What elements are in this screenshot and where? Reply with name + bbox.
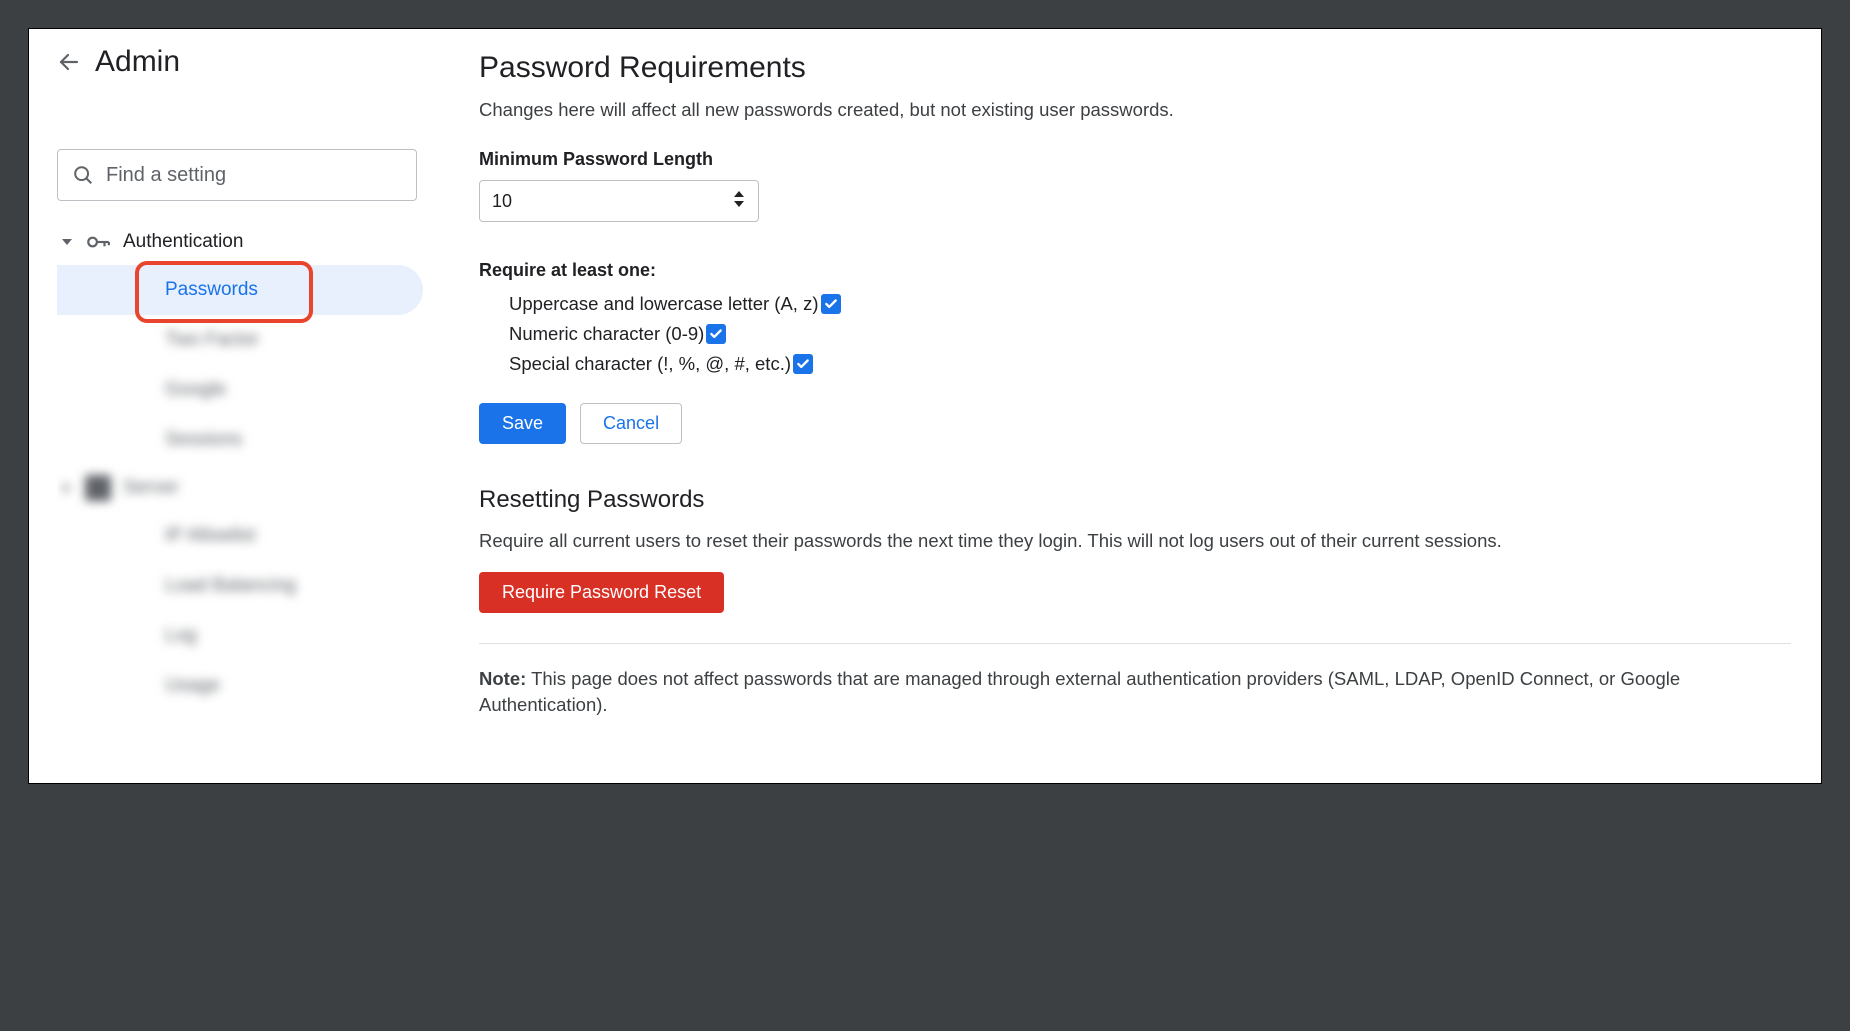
nav-item-blurred[interactable]: Sessions bbox=[57, 415, 423, 465]
main-content: Password Requirements Changes here will … bbox=[439, 29, 1821, 783]
nav-group-label: Server bbox=[123, 477, 179, 499]
cancel-button[interactable]: Cancel bbox=[580, 403, 682, 444]
nav-item-label: Log bbox=[165, 625, 197, 646]
checkbox-uppercase[interactable] bbox=[821, 294, 841, 314]
divider bbox=[479, 643, 1791, 644]
button-row: Save Cancel bbox=[479, 403, 1791, 444]
search-icon bbox=[72, 164, 94, 186]
nav-item-label: Load Balancing bbox=[165, 575, 296, 596]
nav-item-label: Sessions bbox=[165, 429, 242, 450]
requirement-row: Uppercase and lowercase letter (A, z) bbox=[479, 289, 1791, 319]
sidebar: Admin Authentication bbox=[29, 29, 439, 783]
require-password-reset-button[interactable]: Require Password Reset bbox=[479, 572, 724, 613]
search-input[interactable] bbox=[106, 164, 402, 187]
nav-item-label: Google bbox=[165, 379, 226, 400]
note-label: Note: bbox=[479, 668, 526, 689]
nav-item-blurred[interactable]: Log bbox=[57, 611, 423, 661]
nav-item-blurred[interactable]: Usage bbox=[57, 661, 423, 711]
note-body: This page does not affect passwords that… bbox=[479, 668, 1680, 715]
min-length-value: 10 bbox=[492, 191, 512, 212]
requirement-label: Uppercase and lowercase letter (A, z) bbox=[509, 293, 819, 315]
requirement-label: Special character (!, %, @, #, etc.) bbox=[509, 353, 791, 375]
nav-item-label: Two Factor bbox=[165, 329, 259, 350]
server-icon bbox=[85, 475, 111, 501]
admin-window: Admin Authentication bbox=[28, 28, 1822, 784]
note-text: Note: This page does not affect password… bbox=[479, 666, 1791, 718]
caret-right-icon bbox=[61, 482, 73, 494]
requirement-label: Numeric character (0-9) bbox=[509, 323, 704, 345]
sort-icon bbox=[732, 191, 746, 212]
body-container: Admin Authentication bbox=[29, 29, 1821, 783]
page-title: Admin bbox=[95, 45, 180, 79]
checkbox-special[interactable] bbox=[793, 354, 813, 374]
key-icon bbox=[85, 229, 111, 255]
back-arrow-icon[interactable] bbox=[57, 50, 81, 74]
content-description: Changes here will affect all new passwor… bbox=[479, 99, 1791, 121]
nav-item-label: Passwords bbox=[165, 279, 258, 300]
nav-group-authentication[interactable]: Authentication bbox=[57, 219, 433, 265]
reset-title: Resetting Passwords bbox=[479, 486, 1791, 514]
min-length-select[interactable]: 10 bbox=[479, 180, 759, 222]
nav-item-label: Usage bbox=[165, 675, 220, 696]
require-header: Require at least one: bbox=[479, 260, 1791, 281]
nav-item-label: IP Allowlist bbox=[165, 525, 255, 546]
header: Admin bbox=[57, 45, 439, 79]
nav-item-blurred[interactable]: IP Allowlist bbox=[57, 511, 423, 561]
requirement-row: Numeric character (0-9) bbox=[479, 319, 1791, 349]
nav-item-blurred[interactable]: Google bbox=[57, 365, 423, 415]
nav-item-passwords[interactable]: Passwords bbox=[57, 265, 423, 315]
content-title: Password Requirements bbox=[479, 51, 1791, 85]
checkbox-numeric[interactable] bbox=[706, 324, 726, 344]
nav-item-blurred[interactable]: Load Balancing bbox=[57, 561, 423, 611]
nav-scroll[interactable]: Authentication Passwords Two Factor Goog… bbox=[57, 219, 439, 783]
requirement-row: Special character (!, %, @, #, etc.) bbox=[479, 349, 1791, 379]
caret-down-icon bbox=[61, 236, 73, 248]
nav-group-label: Authentication bbox=[123, 231, 243, 253]
nav-item-blurred[interactable]: Two Factor bbox=[57, 315, 423, 365]
search-box[interactable] bbox=[57, 149, 417, 201]
save-button[interactable]: Save bbox=[479, 403, 566, 444]
reset-description: Require all current users to reset their… bbox=[479, 528, 1791, 554]
min-length-label: Minimum Password Length bbox=[479, 149, 1791, 170]
nav-group-server[interactable]: Server bbox=[57, 465, 433, 511]
